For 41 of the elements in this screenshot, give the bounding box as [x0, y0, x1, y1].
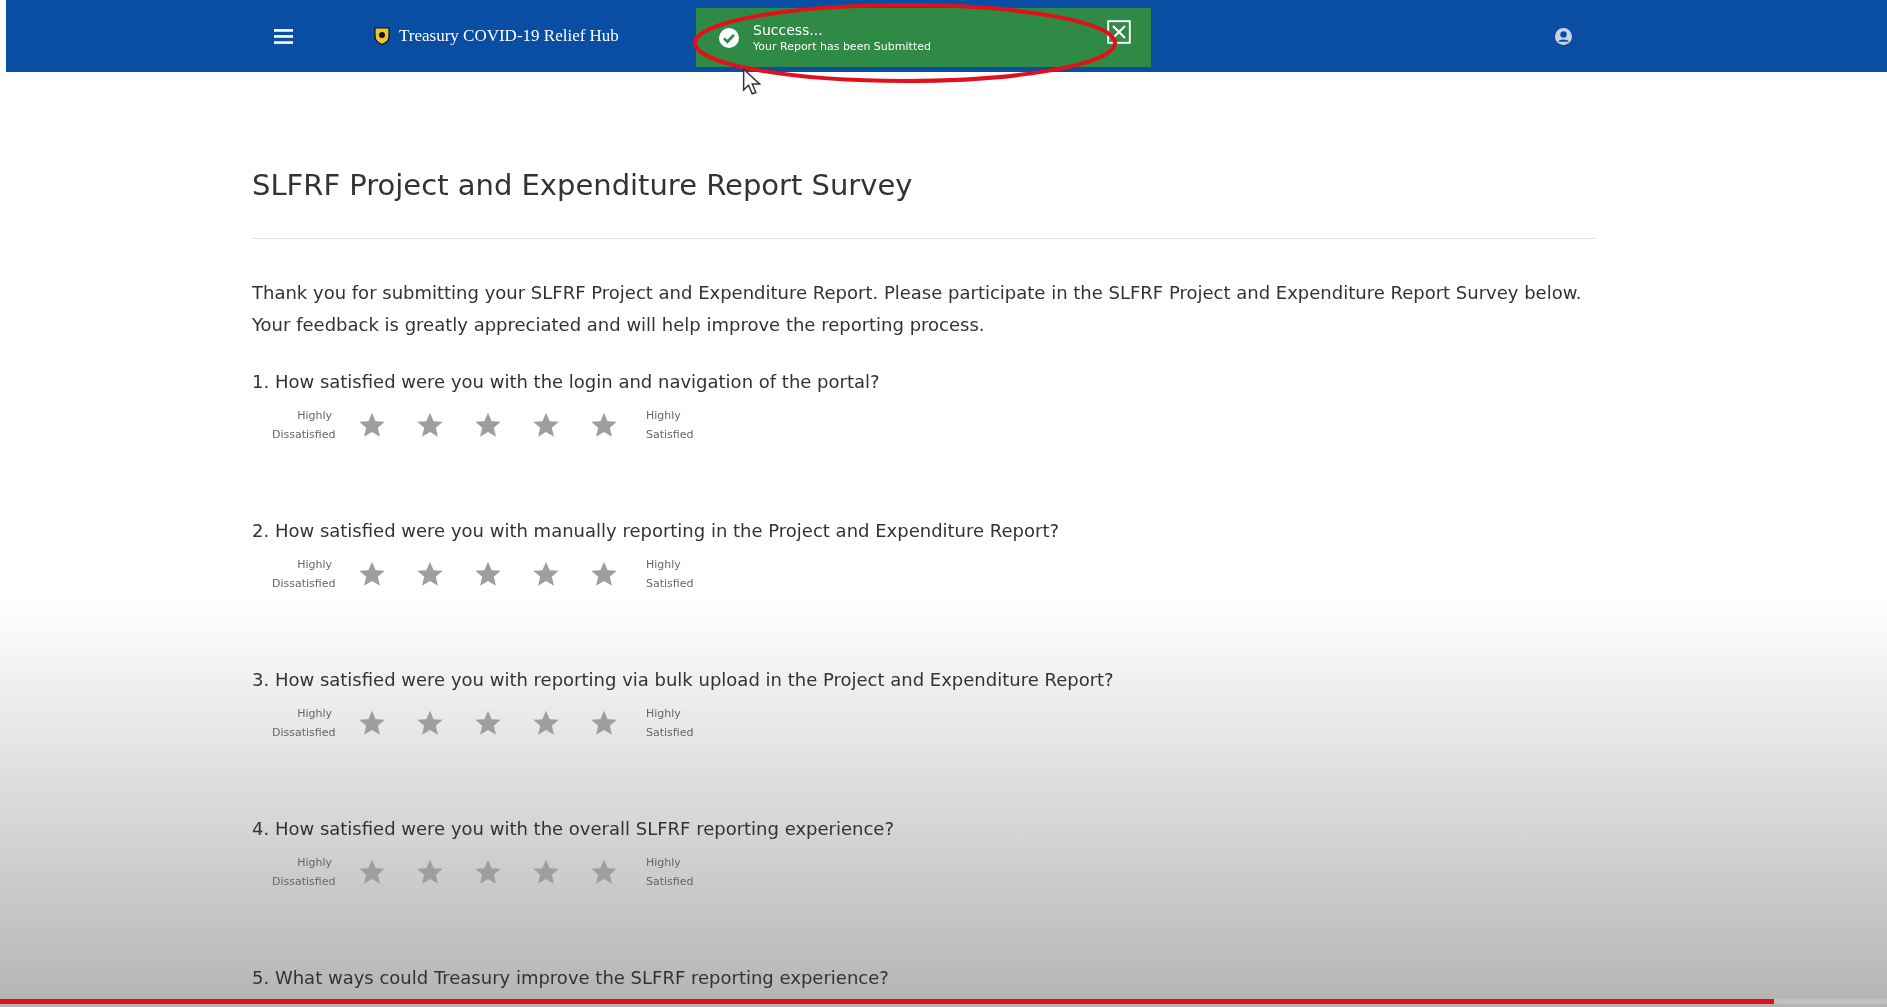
cursor-icon: [741, 68, 761, 95]
star-icon[interactable]: [590, 411, 618, 439]
star-icon[interactable]: [358, 858, 386, 886]
page-title: SLFRF Project and Expenditure Report Survey: [252, 168, 914, 202]
star-icon[interactable]: [358, 411, 386, 439]
menu-icon[interactable]: [274, 28, 293, 44]
star-icon[interactable]: [532, 709, 560, 737]
check-icon: [719, 27, 739, 48]
question-text: 2. How satisfied were you with manually reporting in the Project and Expenditure Report?: [252, 520, 1061, 541]
star-icon[interactable]: [532, 411, 560, 439]
question-text: 4. How satisfied were you with the overall SLFRF reporting experience?: [252, 818, 895, 839]
toast-message: Your Report has been Submitted: [753, 40, 932, 53]
star-icon[interactable]: [358, 709, 386, 737]
star-icon[interactable]: [474, 709, 502, 737]
star-icon[interactable]: [416, 709, 444, 737]
intro-paragraph: Thank you for submitting your SLFRF Project and Expenditure Report. Please participate in the SLFRF Project and Expenditure Report Survey below. Your feedback is greatly appreciated and will help improve the reporting process.: [252, 281, 1583, 337]
question-text: 3. How satisfied were you with reporting via bulk upload in the Project and Expenditure Report?: [252, 669, 1115, 690]
video-progress-bar[interactable]: [0, 999, 1887, 1004]
scale-label: Highly Satisfied: [646, 706, 695, 741]
star-icon[interactable]: [474, 560, 502, 588]
toast-title: Success...: [753, 22, 824, 38]
scale-label: Highly Satisfied: [646, 408, 695, 443]
star-icon[interactable]: [358, 560, 386, 588]
scale-label: Highly Satisfied: [646, 855, 695, 890]
close-icon[interactable]: [1107, 20, 1131, 44]
star-icon[interactable]: [416, 411, 444, 439]
star-icon[interactable]: [532, 560, 560, 588]
star-icon[interactable]: [532, 858, 560, 886]
star-icon[interactable]: [474, 411, 502, 439]
app-title[interactable]: Treasury COVID-19 Relief Hub: [399, 26, 619, 46]
star-icon[interactable]: [416, 858, 444, 886]
star-icon[interactable]: [416, 560, 444, 588]
question-text: 1. How satisfied were you with the login and navigation of the portal?: [252, 371, 881, 392]
star-icon[interactable]: [590, 858, 618, 886]
scale-label: Highly Satisfied: [646, 557, 695, 592]
shield-icon: [374, 27, 390, 45]
question-text: 5. What ways could Treasury improve the SLFRF reporting experience?: [252, 967, 890, 988]
star-icon[interactable]: [590, 709, 618, 737]
star-icon[interactable]: [474, 858, 502, 886]
star-icon[interactable]: [590, 560, 618, 588]
user-icon[interactable]: [1555, 27, 1572, 45]
